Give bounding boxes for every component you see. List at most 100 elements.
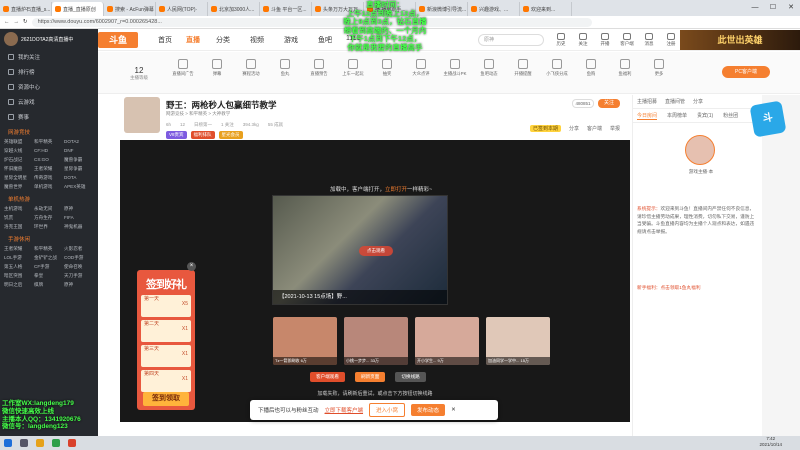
- nav-home[interactable]: 首页: [158, 35, 172, 45]
- refresh-icon[interactable]: ↻: [23, 19, 28, 25]
- recommend-card[interactable]: Tz一箭即刷收 6万: [273, 317, 337, 365]
- game-banner[interactable]: 此世出英雄: [680, 30, 800, 50]
- tool-button[interactable]: 开播提醒: [508, 59, 538, 77]
- client-watch-button[interactable]: 客户端观看: [310, 372, 345, 382]
- tool-button[interactable]: 直播间广告: [168, 59, 198, 77]
- tool-button[interactable]: 更多: [644, 59, 674, 77]
- play-button[interactable]: 点击观看: [359, 246, 393, 256]
- room-category[interactable]: 网游竞技 > 和平精英 > 大神教学: [166, 111, 230, 117]
- tool-button[interactable]: 鱼购: [576, 59, 606, 77]
- signin-button[interactable]: 签到领取: [143, 392, 189, 406]
- category-link[interactable]: 使命召唤: [64, 264, 94, 270]
- browser-tab[interactable]: 人民网(TOP)·: [156, 2, 208, 16]
- back-icon[interactable]: ←: [4, 19, 10, 25]
- category-link[interactable]: COD手游: [64, 255, 94, 261]
- douyu-logo[interactable]: 斗鱼: [98, 32, 138, 48]
- tool-button[interactable]: 大众点评: [406, 59, 436, 77]
- video-player[interactable]: 加载中，客户端打开，立即打开一样精彩~ 点击观看 【2021-10-13 15点…: [120, 140, 630, 422]
- category-link[interactable]: 饥荒: [4, 215, 34, 221]
- sidebar-item-rank[interactable]: 排行榜: [0, 64, 98, 79]
- nav-category[interactable]: 分类: [216, 35, 230, 45]
- tool-button[interactable]: 鱼福利: [610, 59, 640, 77]
- category-link[interactable]: 天刀手游: [64, 273, 94, 279]
- search-icon[interactable]: [20, 439, 28, 447]
- category-link[interactable]: 原神: [64, 282, 94, 288]
- tab-room-manage[interactable]: 直播间管: [665, 98, 685, 105]
- tag-badge[interactable]: 福利排队: [190, 131, 215, 139]
- nav-live[interactable]: 直播: [186, 35, 200, 45]
- browser-tab[interactable]: 直播炉石直播_s...: [0, 2, 52, 16]
- anchor-avatar[interactable]: [124, 97, 160, 133]
- category-link[interactable]: 拳皇: [34, 273, 64, 279]
- minimize-icon[interactable]: —: [746, 0, 764, 16]
- tool-button[interactable]: 上车一起玩: [338, 59, 368, 77]
- browser-tab[interactable]: 欢迎来到...: [520, 2, 572, 16]
- category-link[interactable]: 和平精英: [34, 139, 64, 145]
- pc-client-button[interactable]: PC客户端: [722, 66, 770, 78]
- browser-tab[interactable]: 斗鱼 平台一区...: [260, 2, 312, 16]
- tool-button[interactable]: 鱼吧动态: [474, 59, 504, 77]
- category-link[interactable]: 金铲铲之战: [34, 255, 64, 261]
- report-button[interactable]: 举报: [610, 125, 620, 132]
- enter-nest-button[interactable]: 进入小窝: [369, 403, 406, 417]
- tab-vip[interactable]: 贵宾(1): [697, 112, 713, 119]
- category-link[interactable]: 英雄联盟: [4, 139, 34, 145]
- category-link[interactable]: 星际争霸: [64, 166, 94, 172]
- category-link[interactable]: DNF: [64, 148, 94, 154]
- floating-logo[interactable]: 斗: [749, 100, 787, 138]
- category-link[interactable]: 魔兽世界: [4, 184, 34, 190]
- category-link[interactable]: 环世界: [34, 224, 64, 230]
- category-link[interactable]: 炉石战记: [4, 157, 34, 163]
- register-button[interactable]: 注册: [660, 33, 682, 47]
- tool-button[interactable]: 抽奖: [372, 59, 402, 77]
- start-icon[interactable]: [4, 439, 12, 447]
- tool-button[interactable]: 小飞侠分成: [542, 59, 572, 77]
- close-icon[interactable]: ×: [187, 262, 196, 271]
- browser-icon[interactable]: [52, 439, 60, 447]
- signin-badge[interactable]: 已签到本期: [529, 125, 561, 132]
- follow-button[interactable]: 关注: [572, 33, 594, 47]
- category-link[interactable]: DOTA2: [64, 139, 94, 145]
- share-button[interactable]: 分享: [569, 125, 579, 132]
- maximize-icon[interactable]: ☐: [764, 0, 782, 16]
- category-link[interactable]: 单机游戏: [34, 184, 64, 190]
- follow-button[interactable]: 关注: [598, 99, 620, 108]
- category-link[interactable]: CF手游: [34, 264, 64, 270]
- tool-button[interactable]: 赛程活动: [236, 59, 266, 77]
- sidebar-item-follow[interactable]: 我的关注: [0, 49, 98, 64]
- hint-link[interactable]: 立即打开: [385, 187, 407, 193]
- category-link[interactable]: 永劫无间: [34, 206, 64, 212]
- nav-games[interactable]: 游戏: [284, 35, 298, 45]
- client-button[interactable]: 客户端: [616, 33, 638, 47]
- category-link[interactable]: 穿越火线: [4, 148, 34, 154]
- tab-fans[interactable]: 粉丝团: [723, 112, 738, 119]
- close-icon[interactable]: ✕: [782, 0, 800, 16]
- category-link[interactable]: 明日之后: [4, 282, 34, 288]
- category-link[interactable]: DOTA: [64, 175, 94, 181]
- category-link[interactable]: 第五人格: [4, 264, 34, 270]
- sidebar-item-events[interactable]: 赛事: [0, 109, 98, 124]
- start-live-button[interactable]: 开播: [594, 33, 616, 47]
- tab-share[interactable]: 分享: [693, 98, 703, 105]
- category-link[interactable]: 传奇游戏: [34, 175, 64, 181]
- download-link[interactable]: 立即下载客户端: [325, 406, 364, 414]
- category-link[interactable]: 方舟生存: [34, 215, 64, 221]
- client-button[interactable]: 客户端: [587, 125, 602, 132]
- forward-icon[interactable]: →: [14, 19, 20, 25]
- category-link[interactable]: 火影忍者: [64, 246, 94, 252]
- sidebar-header[interactable]: 2621DOTA2高清直播中: [0, 29, 98, 49]
- newbie-message[interactable]: 新手福利：点击领取1鱼丸福利: [637, 285, 755, 291]
- tab-week[interactable]: 本周榜单: [667, 112, 687, 119]
- browser-tab[interactable]: 北京加3000人...: [208, 2, 260, 16]
- close-icon[interactable]: ✕: [451, 407, 456, 413]
- switch-line-button[interactable]: 切换线路: [395, 372, 426, 382]
- category-link[interactable]: 和平精英: [34, 246, 64, 252]
- category-link[interactable]: LOL手游: [4, 255, 34, 261]
- category-link[interactable]: APEX英雄: [64, 184, 94, 190]
- category-link[interactable]: FIFA: [64, 215, 94, 221]
- sidebar-item-cloud[interactable]: 云游戏: [0, 94, 98, 109]
- refresh-button[interactable]: 刷新页面: [354, 372, 386, 382]
- url-field[interactable]: https://www.douyu.com/6002907_r=0.000265…: [31, 17, 592, 27]
- history-button[interactable]: 历史: [550, 33, 572, 47]
- nav-video[interactable]: 视频: [250, 35, 264, 45]
